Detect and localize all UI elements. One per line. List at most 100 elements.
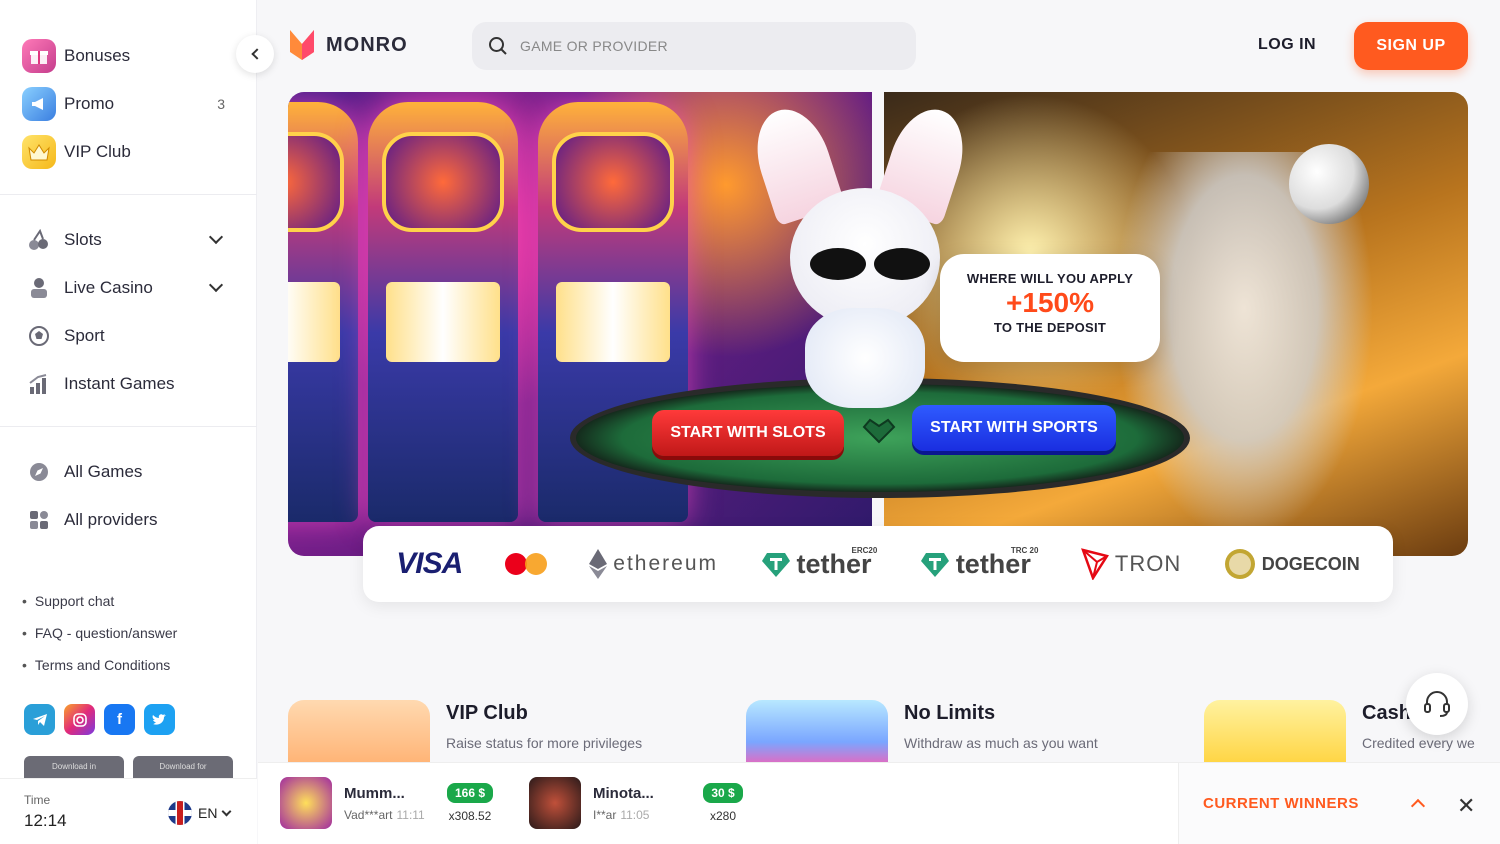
instagram-icon[interactable] (64, 704, 95, 735)
win-amount-badge: 166 $ (446, 783, 494, 803)
sidebar-item-all-games[interactable]: All Games (22, 452, 237, 492)
facebook-icon[interactable]: f (104, 704, 135, 735)
cherry-icon (22, 223, 56, 257)
deposit-promo-bubble: WHERE WILL YOU APPLY +150% TO THE DEPOSI… (940, 254, 1160, 362)
winner-item[interactable]: Minota... I**ar 11:05 30 $ x280 (529, 777, 749, 829)
chevron-down-icon[interactable] (208, 277, 224, 293)
compass-icon (22, 455, 56, 489)
sidebar-item-label: Slots (64, 230, 102, 249)
telegram-icon[interactable] (24, 704, 55, 735)
crown-icon (22, 135, 56, 169)
winner-username: I**ar (593, 807, 617, 822)
current-winners-panel: CURRENT WINNERS ✕ (1178, 763, 1500, 844)
chevron-down-icon[interactable] (208, 229, 224, 245)
uk-flag-icon (168, 801, 192, 825)
twitter-icon[interactable] (144, 704, 175, 735)
download-app-button[interactable]: Download for (133, 756, 233, 778)
win-time: 11:11 (396, 807, 425, 822)
current-winners-label[interactable]: CURRENT WINNERS (1203, 795, 1359, 812)
start-with-sports-button[interactable]: START WITH SPORTS (912, 405, 1116, 451)
cashback-thumbnail (1204, 700, 1346, 770)
terms-link[interactable]: Terms and Conditions (22, 654, 177, 686)
dogecoin-text: DOGECOIN (1261, 553, 1360, 574)
collapse-sidebar-button[interactable] (236, 35, 274, 73)
faq-link[interactable]: FAQ - question/answer (22, 622, 177, 654)
download-app-button[interactable]: Download in (24, 756, 124, 778)
monro-logo-icon (290, 30, 314, 60)
support-chat-button[interactable] (1406, 673, 1468, 735)
trc20-label: TRC 20 (1010, 545, 1039, 555)
win-amount-badge: 30 $ (703, 783, 743, 803)
sidebar-item-instant-games[interactable]: Instant Games (22, 364, 237, 404)
feature-subtitle: Raise status for more privileges (446, 735, 643, 751)
tether-icon (761, 553, 790, 577)
sidebar-item-live-casino[interactable]: Live Casino (22, 268, 237, 308)
feature-card-vip[interactable]: VIP Club Raise status for more privilege… (288, 700, 642, 770)
sidebar-item-label: VIP Club (64, 142, 131, 161)
language-selector[interactable]: EN (168, 801, 232, 825)
promo-percent: +150% (1006, 287, 1094, 318)
no-limits-thumbnail (746, 700, 888, 770)
signup-button[interactable]: SIGN UP (1354, 22, 1468, 70)
time-value: 12:14 (24, 811, 67, 830)
gift-icon (22, 39, 56, 73)
promo-line2: TO THE DEPOSIT (993, 320, 1107, 335)
soccer-ball-image (1289, 144, 1369, 224)
chevron-up-icon[interactable] (1410, 798, 1426, 814)
sidebar-item-sport[interactable]: Sport (22, 316, 237, 356)
tether-icon (920, 553, 949, 577)
dogecoin-icon (1224, 549, 1255, 579)
search-icon (489, 37, 507, 55)
sidebar-item-promo[interactable]: Promo 3 (22, 84, 237, 124)
winner-item[interactable]: Mumm... Vad***art 11:11 166 $ x308.52 (280, 777, 500, 829)
chevron-down-icon (222, 806, 232, 816)
tron-logo: TRON (1080, 548, 1181, 580)
logo-text: MONRO (326, 33, 408, 56)
close-icon[interactable]: ✕ (1457, 793, 1475, 819)
search-input[interactable] (520, 38, 880, 54)
sidebar-item-label: Instant Games (64, 374, 175, 393)
win-multiplier: x308.52 (448, 809, 492, 823)
win-multiplier: x280 (709, 809, 737, 823)
search-bar[interactable] (472, 22, 916, 70)
sidebar-item-label: All Games (64, 462, 143, 481)
promo-line1: WHERE WILL YOU APPLY (966, 271, 1134, 286)
tether-erc20-logo: tether ERC20 (761, 546, 877, 580)
win-time: 11:05 (620, 807, 650, 822)
sidebar-item-bonuses[interactable]: Bonuses (22, 36, 237, 76)
sidebar: Bonuses Promo 3 VIP Club Slots Live Casi… (0, 0, 257, 844)
logo[interactable]: MONRO (288, 28, 408, 62)
sidebar-item-label: Sport (64, 326, 105, 345)
feature-card-no-limits[interactable]: No Limits Withdraw as much as you want (746, 700, 1098, 770)
time-label: Time (24, 793, 51, 807)
support-chat-link[interactable]: Support chat (22, 590, 177, 622)
footer-links: Support chat FAQ - question/answer Terms… (22, 590, 177, 686)
slot-machine-image (288, 102, 358, 522)
ethereum-logo: ethereum (589, 549, 718, 579)
mastercard-logo (504, 553, 547, 575)
winners-bar: Mumm... Vad***art 11:11 166 $ x308.52 Min… (258, 762, 1500, 844)
sidebar-item-vip-club[interactable]: VIP Club (22, 132, 237, 172)
game-name: Mumm... (344, 784, 405, 802)
soccer-ball-icon (22, 319, 56, 353)
headset-icon (1424, 691, 1450, 717)
game-name: Minota... (593, 784, 654, 802)
download-buttons: Download in Download for (24, 756, 233, 778)
dogecoin-logo: DOGECOIN (1224, 548, 1360, 580)
feature-subtitle: Withdraw as much as you want (904, 735, 1098, 751)
start-with-slots-button[interactable]: START WITH SLOTS (652, 410, 844, 456)
slot-machine-image (368, 102, 518, 522)
chevron-left-icon (251, 48, 263, 60)
game-thumbnail (280, 777, 332, 829)
sidebar-item-all-providers[interactable]: All providers (22, 500, 237, 540)
login-button[interactable]: LOG IN (1258, 36, 1316, 54)
dealer-icon (22, 271, 56, 305)
tron-icon (1080, 548, 1109, 580)
promo-count: 3 (217, 96, 225, 112)
sidebar-item-slots[interactable]: Slots (22, 220, 237, 260)
heart-logo-icon (862, 418, 896, 444)
ethereum-text: ethereum (613, 552, 718, 575)
payment-methods: VISA ethereum tether ERC20 tether TRC 20… (363, 526, 1393, 602)
visa-logo: VISA (396, 547, 463, 580)
winner-username: Vad***art (344, 807, 393, 822)
